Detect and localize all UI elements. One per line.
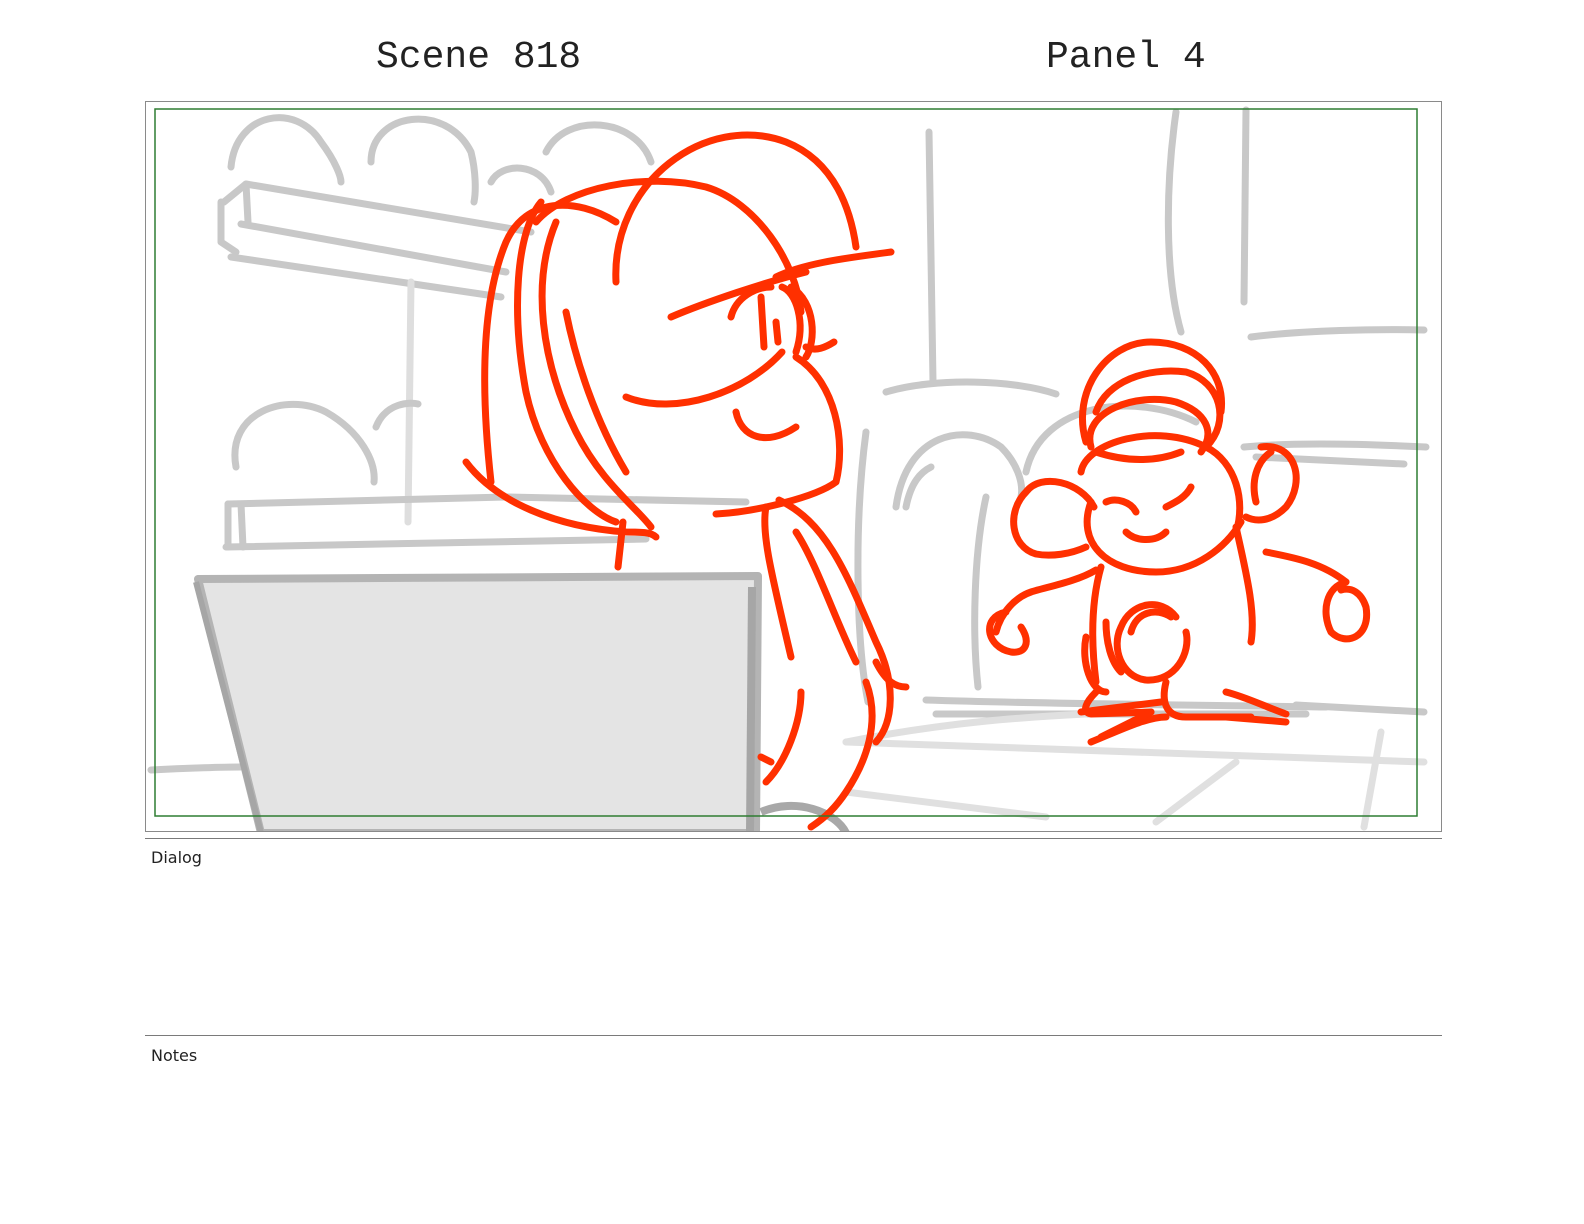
notes-label: Notes bbox=[151, 1046, 198, 1065]
panel-sketch bbox=[147, 106, 1430, 831]
character-monkey-sketch bbox=[986, 338, 1371, 746]
dialog-divider bbox=[145, 838, 1442, 839]
dialog-text-area[interactable] bbox=[151, 872, 1431, 1022]
notes-text-area[interactable] bbox=[151, 1070, 1431, 1210]
laptop-sketch bbox=[193, 572, 850, 831]
notes-divider bbox=[145, 1035, 1442, 1036]
storyboard-panel bbox=[145, 101, 1442, 832]
dialog-label: Dialog bbox=[151, 848, 202, 867]
scene-number: Scene 818 bbox=[376, 36, 582, 79]
panel-number: Panel 4 bbox=[1046, 36, 1206, 79]
